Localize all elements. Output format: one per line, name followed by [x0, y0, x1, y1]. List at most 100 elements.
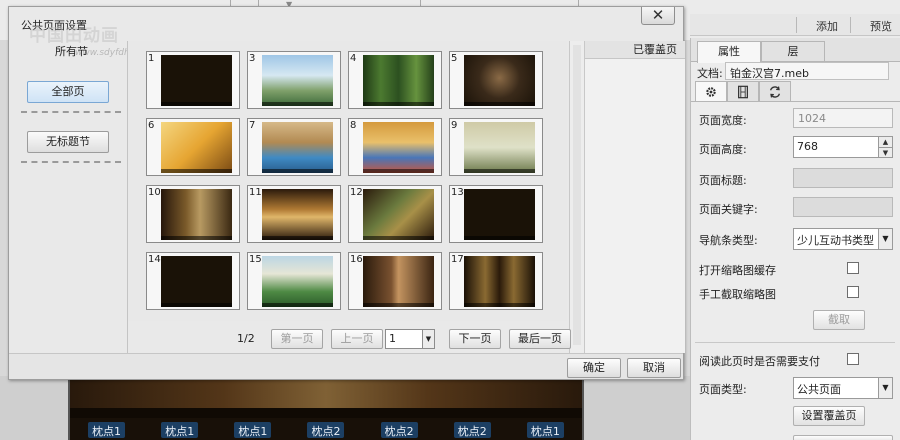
stepper-up-icon[interactable]: ▲: [879, 137, 892, 147]
pay-checkbox[interactable]: [847, 353, 859, 365]
page-thumbnail[interactable]: 16: [348, 252, 442, 310]
manual-thumb-checkbox[interactable]: [847, 286, 859, 298]
thumbnail-page-number: 11: [249, 187, 262, 198]
page-type-select[interactable]: 公共页面 ▼: [793, 377, 893, 399]
page-thumbnail[interactable]: 14: [146, 252, 240, 310]
tab-settings[interactable]: [695, 81, 727, 101]
common-page-settings-dialog: 公共页面设置 中国田动画 www.sdyfdh.com ✕ 所有节 全部页 无标…: [8, 6, 685, 380]
thumbnail-image: [262, 122, 333, 173]
toolbar-separator: [796, 17, 797, 33]
stepper-down-icon[interactable]: ▼: [879, 147, 892, 157]
prev-page-button[interactable]: 上一页: [331, 329, 383, 349]
ok-button[interactable]: 确定: [567, 358, 621, 378]
thumbnail-image: [161, 122, 232, 173]
page-thumbnail[interactable]: 8: [348, 118, 442, 176]
doc-label: 文档:: [697, 67, 723, 80]
divider: [695, 342, 895, 343]
doc-name-field: 铂金汉宫7.meb: [725, 62, 889, 80]
toolbar-separator: [850, 17, 851, 33]
chevron-down-icon: ▼: [878, 378, 892, 398]
page-thumbnail[interactable]: 12: [348, 185, 442, 243]
thumbnail-image: [161, 256, 232, 307]
page-keywords-label: 页面关键字:: [699, 203, 758, 216]
panel-tabs: 属性 层: [691, 38, 900, 63]
icon-tabs: [695, 81, 791, 101]
thumbnail-page-number: 14: [148, 254, 161, 265]
chevron-down-icon: ▼: [878, 229, 892, 249]
page-select-value: 1: [389, 332, 396, 345]
properties-panel: 属性 层 文档: 铂金汉宫7.meb 页面宽度: 1024 页面高度: 768 …: [690, 38, 900, 440]
thumbnail-page-number: 5: [451, 53, 458, 64]
section-list-header: 所有节: [55, 45, 88, 58]
thumb-cache-checkbox[interactable]: [847, 262, 859, 274]
page-thumbnail[interactable]: 9: [449, 118, 543, 176]
thumbnail-image: [363, 256, 434, 307]
page-thumbnail[interactable]: 7: [247, 118, 341, 176]
page-thumbnail[interactable]: 17: [449, 252, 543, 310]
section-untitled[interactable]: 无标题节: [27, 131, 109, 153]
preview-button[interactable]: 预览: [870, 18, 892, 34]
thumbnail-page-number: 10: [148, 187, 161, 198]
thumbnail-image: [363, 189, 434, 240]
page-title-field[interactable]: [793, 168, 893, 188]
page-select[interactable]: 1 ▼: [385, 329, 435, 349]
thumbnail-page-number: 3: [249, 53, 256, 64]
scrollbar[interactable]: [569, 41, 585, 353]
first-page-button[interactable]: 第一页: [271, 329, 323, 349]
pay-label: 阅读此页时是否需要支付: [699, 355, 820, 368]
tab-media[interactable]: [727, 81, 759, 101]
close-icon: ✕: [651, 6, 665, 24]
partial-button[interactable]: [793, 435, 893, 440]
book-nav-item: 枕点1: [234, 422, 272, 438]
page-height-stepper[interactable]: 768 ▲ ▼: [793, 136, 893, 158]
page-thumbnail[interactable]: 13: [449, 185, 543, 243]
tab-properties[interactable]: 属性: [697, 41, 761, 63]
properties-body: 页面宽度: 1024 页面高度: 768 ▲ ▼ 页面标题: 页面关键字: 导航…: [691, 101, 900, 440]
page-thumbnail[interactable]: 6: [146, 118, 240, 176]
page-thumbnail[interactable]: 4: [348, 51, 442, 109]
cancel-button[interactable]: 取消: [627, 358, 681, 378]
section-all-pages[interactable]: 全部页: [27, 81, 109, 103]
thumbnail-image: [464, 55, 535, 106]
book-nav-item: 枕点2: [307, 422, 345, 438]
thumbnail-page-number: 9: [451, 120, 458, 131]
thumbnail-page-number: 4: [350, 53, 357, 64]
capture-button[interactable]: 截取: [813, 310, 865, 330]
page-thumbnail[interactable]: 5: [449, 51, 543, 109]
next-page-button[interactable]: 下一页: [449, 329, 501, 349]
nav-type-select[interactable]: 少儿互动书类型 ▼: [793, 228, 893, 250]
thumbnail-page-number: 17: [451, 254, 464, 265]
thumbnail-page-number: 15: [249, 254, 262, 265]
book-nav-item: 枕点1: [161, 422, 199, 438]
thumbnail-image: [161, 55, 232, 106]
set-cover-button[interactable]: 设置覆盖页: [793, 406, 865, 426]
book-canvas[interactable]: 枕点1 枕点1 枕点1 枕点2 枕点2 枕点2 枕点1: [68, 376, 584, 440]
book-nav-item: 枕点2: [453, 422, 491, 438]
page-height-label: 页面高度:: [699, 143, 747, 156]
chevron-down-icon: ▼: [422, 330, 434, 348]
page-thumbnail[interactable]: 1: [146, 51, 240, 109]
page-thumbnail[interactable]: 10: [146, 185, 240, 243]
page-keywords-field[interactable]: [793, 197, 893, 217]
section-list: 所有节 全部页 无标题节: [15, 37, 125, 353]
thumbnail-image: [464, 256, 535, 307]
last-page-button[interactable]: 最后一页: [509, 329, 571, 349]
add-button[interactable]: 添加: [816, 18, 838, 34]
page-width-field: 1024: [793, 108, 893, 128]
nav-type-value: 少儿互动书类型: [797, 234, 874, 247]
page-thumbnail[interactable]: 3: [247, 51, 341, 109]
divider: [21, 161, 121, 163]
page-indicator: 1/2: [237, 332, 255, 345]
thumb-cache-label: 打开缩略图缓存: [699, 264, 776, 277]
thumbnail-page-number: 12: [350, 187, 363, 198]
tab-transitions[interactable]: [759, 81, 791, 101]
film-icon: [738, 85, 748, 98]
thumbnail-image: [363, 55, 434, 106]
thumbnail-page-number: 6: [148, 120, 155, 131]
tab-layers[interactable]: 层: [761, 41, 825, 62]
page-thumbnail[interactable]: 15: [247, 252, 341, 310]
book-nav-item: 枕点1: [88, 422, 126, 438]
covered-pages-list[interactable]: [585, 59, 685, 353]
close-button[interactable]: ✕: [641, 7, 675, 25]
page-thumbnail[interactable]: 11: [247, 185, 341, 243]
